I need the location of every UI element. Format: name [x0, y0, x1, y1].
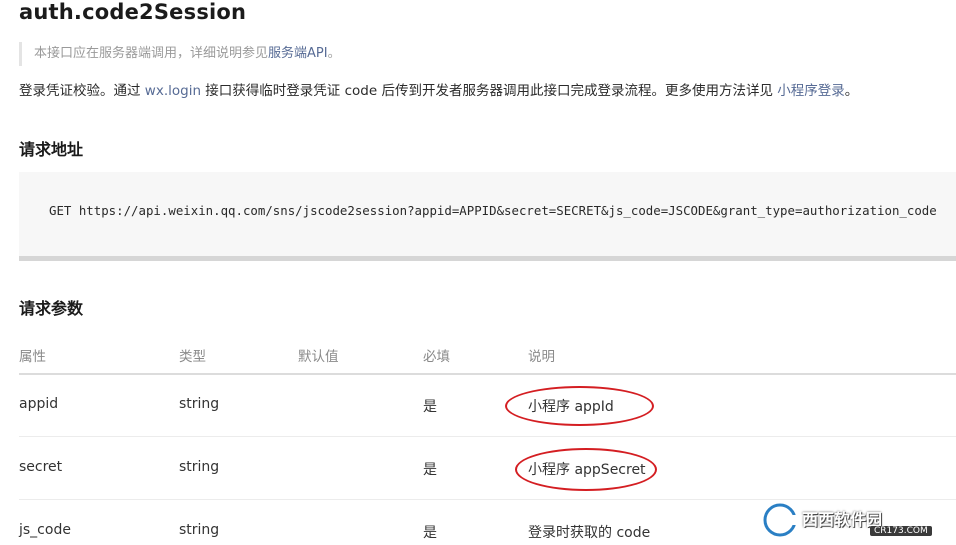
wx-login-link[interactable]: wx.login — [145, 83, 201, 99]
note-callout: 本接口应在服务器端调用，详细说明参见服务端API。 — [19, 42, 341, 66]
request-url-codeblock: GET https://api.weixin.qq.com/sns/jscode… — [19, 172, 956, 261]
cell-name: secret — [19, 459, 63, 475]
watermark-site: CR173.COM — [870, 526, 932, 536]
cell-type: string — [179, 396, 220, 412]
red-annotation-ellipse — [505, 386, 654, 426]
cell-required: 是 — [423, 399, 437, 415]
note-text: 本接口应在服务器端调用，详细说明参见 — [34, 46, 269, 61]
intro-text-3: 。 — [844, 83, 859, 99]
intro-paragraph: 登录凭证校验。通过 wx.login 接口获得临时登录凭证 code 后传到开发… — [19, 80, 858, 102]
table-header-default: 默认值 — [298, 349, 339, 365]
cell-desc: 登录时获取的 code — [528, 525, 651, 541]
cell-name: appid — [19, 396, 59, 412]
request-url-code: GET https://api.weixin.qq.com/sns/jscode… — [49, 203, 937, 218]
table-header-name: 属性 — [19, 349, 46, 365]
row-divider — [19, 436, 956, 437]
red-annotation-ellipse — [515, 448, 657, 491]
watermark-logo-icon — [761, 501, 800, 539]
table-header-desc: 说明 — [528, 349, 555, 365]
table-header-divider — [19, 373, 956, 375]
note-suffix: 。 — [327, 46, 341, 61]
cell-type: string — [179, 459, 220, 475]
intro-text-2: 接口获得临时登录凭证 code 后传到开发者服务器调用此接口完成登录流程。更多使… — [201, 83, 778, 99]
miniprogram-login-link[interactable]: 小程序登录 — [777, 83, 845, 99]
cell-type: string — [179, 522, 220, 538]
cell-required: 是 — [423, 525, 437, 541]
cell-required: 是 — [423, 462, 437, 478]
intro-text-1: 登录凭证校验。通过 — [19, 83, 145, 99]
server-api-link[interactable]: 服务端API — [268, 46, 328, 61]
site-watermark: 西西软件园 CR173.COM — [760, 500, 940, 540]
section-heading-params: 请求参数 — [19, 299, 84, 318]
cell-name: js_code — [19, 522, 71, 538]
page-title: auth.code2Session — [19, 0, 247, 24]
table-header-type: 类型 — [179, 349, 206, 365]
table-header-required: 必填 — [423, 349, 450, 365]
section-heading-request-url: 请求地址 — [19, 140, 84, 159]
